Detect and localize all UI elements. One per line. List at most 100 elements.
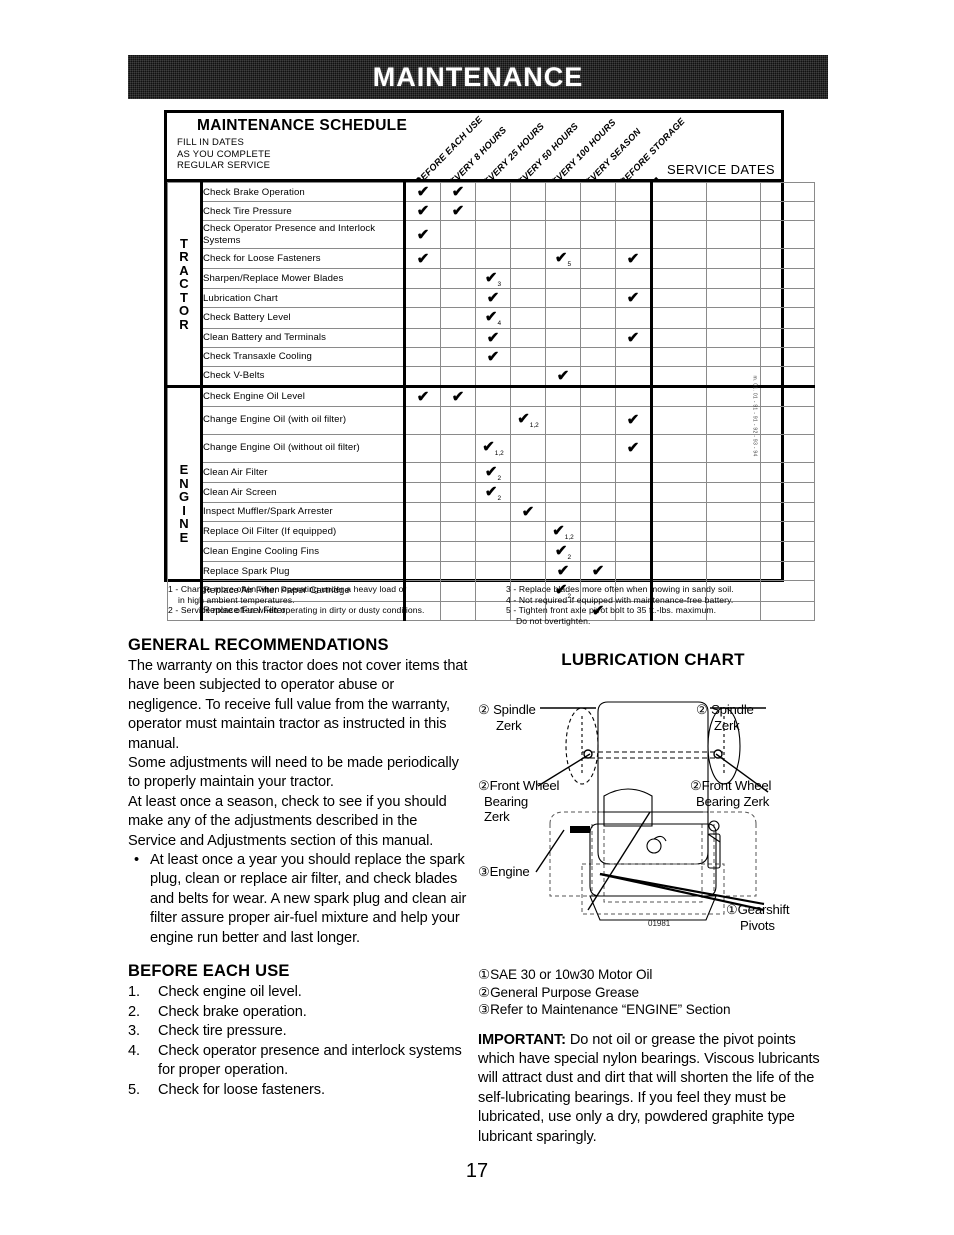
schedule-cell[interactable] [510, 247, 546, 270]
service-date-cell[interactable] [651, 182, 707, 202]
schedule-cell[interactable] [510, 520, 546, 543]
schedule-cell[interactable] [615, 520, 653, 543]
schedule-cell[interactable] [475, 405, 511, 435]
schedule-cell[interactable] [404, 501, 441, 522]
service-date-cell[interactable] [706, 327, 761, 348]
service-date-cell[interactable] [760, 461, 815, 483]
schedule-cell[interactable]: ✔2 [475, 481, 511, 503]
service-date-cell[interactable] [651, 268, 707, 290]
schedule-cell[interactable] [545, 201, 581, 221]
schedule-cell[interactable] [580, 307, 616, 329]
schedule-cell[interactable] [404, 365, 441, 387]
schedule-cell[interactable] [510, 327, 546, 348]
schedule-cell[interactable] [615, 384, 653, 407]
schedule-cell[interactable]: ✔ [475, 327, 511, 348]
schedule-cell[interactable]: ✔4 [475, 307, 511, 329]
schedule-cell[interactable] [404, 307, 441, 329]
service-date-cell[interactable] [760, 384, 815, 407]
service-date-cell[interactable] [651, 541, 707, 563]
service-date-cell[interactable] [706, 346, 761, 367]
schedule-cell[interactable] [440, 520, 476, 543]
service-date-cell[interactable] [760, 365, 815, 387]
schedule-cell[interactable] [475, 365, 511, 387]
schedule-cell[interactable] [404, 481, 441, 503]
schedule-cell[interactable] [545, 220, 581, 249]
service-date-cell[interactable] [760, 288, 815, 309]
service-date-cell[interactable] [706, 501, 761, 522]
service-date-cell[interactable] [706, 561, 761, 582]
service-date-cell[interactable] [651, 327, 707, 348]
schedule-cell[interactable] [580, 268, 616, 290]
service-date-cell[interactable] [651, 520, 707, 543]
schedule-cell[interactable] [440, 433, 476, 463]
schedule-cell[interactable]: ✔ [615, 288, 653, 309]
schedule-cell[interactable] [510, 481, 546, 503]
schedule-cell[interactable] [404, 346, 441, 367]
schedule-cell[interactable] [475, 384, 511, 407]
service-date-cell[interactable] [706, 461, 761, 483]
schedule-cell[interactable] [580, 433, 616, 463]
schedule-cell[interactable] [580, 327, 616, 348]
schedule-cell[interactable] [510, 201, 546, 221]
service-date-cell[interactable] [706, 201, 761, 221]
schedule-cell[interactable]: ✔ [475, 288, 511, 309]
schedule-cell[interactable] [510, 220, 546, 249]
schedule-cell[interactable] [510, 365, 546, 387]
schedule-cell[interactable] [404, 405, 441, 435]
service-date-cell[interactable] [651, 384, 707, 407]
schedule-cell[interactable] [580, 384, 616, 407]
service-date-cell[interactable] [651, 481, 707, 503]
schedule-cell[interactable]: ✔ [615, 433, 653, 463]
schedule-cell[interactable]: ✔2 [545, 541, 581, 563]
schedule-cell[interactable] [615, 541, 653, 563]
schedule-cell[interactable] [580, 201, 616, 221]
schedule-cell[interactable] [404, 268, 441, 290]
schedule-cell[interactable] [404, 327, 441, 348]
service-date-cell[interactable] [651, 405, 707, 435]
schedule-cell[interactable] [440, 327, 476, 348]
schedule-cell[interactable]: ✔ [404, 201, 441, 221]
schedule-cell[interactable] [510, 461, 546, 483]
schedule-cell[interactable] [615, 307, 653, 329]
service-date-cell[interactable] [760, 561, 815, 582]
schedule-cell[interactable] [404, 561, 441, 582]
schedule-cell[interactable] [440, 247, 476, 270]
service-date-cell[interactable] [760, 433, 815, 463]
schedule-cell[interactable]: ✔3 [475, 268, 511, 290]
schedule-cell[interactable] [545, 346, 581, 367]
schedule-cell[interactable] [404, 433, 441, 463]
schedule-cell[interactable] [615, 501, 653, 522]
schedule-cell[interactable] [615, 268, 653, 290]
schedule-cell[interactable] [475, 501, 511, 522]
service-date-cell[interactable] [706, 520, 761, 543]
schedule-cell[interactable] [545, 268, 581, 290]
service-date-cell[interactable] [760, 268, 815, 290]
service-date-cell[interactable] [706, 220, 761, 249]
service-date-cell[interactable] [760, 405, 815, 435]
service-date-cell[interactable] [651, 461, 707, 483]
schedule-cell[interactable] [580, 182, 616, 202]
schedule-cell[interactable]: ✔1,2 [475, 433, 511, 463]
service-date-cell[interactable] [760, 501, 815, 522]
schedule-cell[interactable] [440, 268, 476, 290]
schedule-cell[interactable] [545, 327, 581, 348]
schedule-cell[interactable] [615, 201, 653, 221]
schedule-cell[interactable] [440, 461, 476, 483]
schedule-cell[interactable] [475, 182, 511, 202]
schedule-cell[interactable] [545, 433, 581, 463]
schedule-cell[interactable] [475, 561, 511, 582]
schedule-cell[interactable] [545, 501, 581, 522]
schedule-cell[interactable]: ✔ [404, 384, 441, 407]
schedule-cell[interactable] [440, 346, 476, 367]
schedule-cell[interactable] [580, 346, 616, 367]
schedule-cell[interactable] [510, 268, 546, 290]
schedule-cell[interactable] [510, 288, 546, 309]
schedule-cell[interactable] [510, 346, 546, 367]
service-date-cell[interactable] [706, 307, 761, 329]
schedule-cell[interactable] [440, 288, 476, 309]
service-date-cell[interactable] [760, 346, 815, 367]
schedule-cell[interactable]: ✔1,2 [545, 520, 581, 543]
service-date-cell[interactable] [651, 561, 707, 582]
schedule-cell[interactable]: ✔ [440, 201, 476, 221]
schedule-cell[interactable] [545, 384, 581, 407]
